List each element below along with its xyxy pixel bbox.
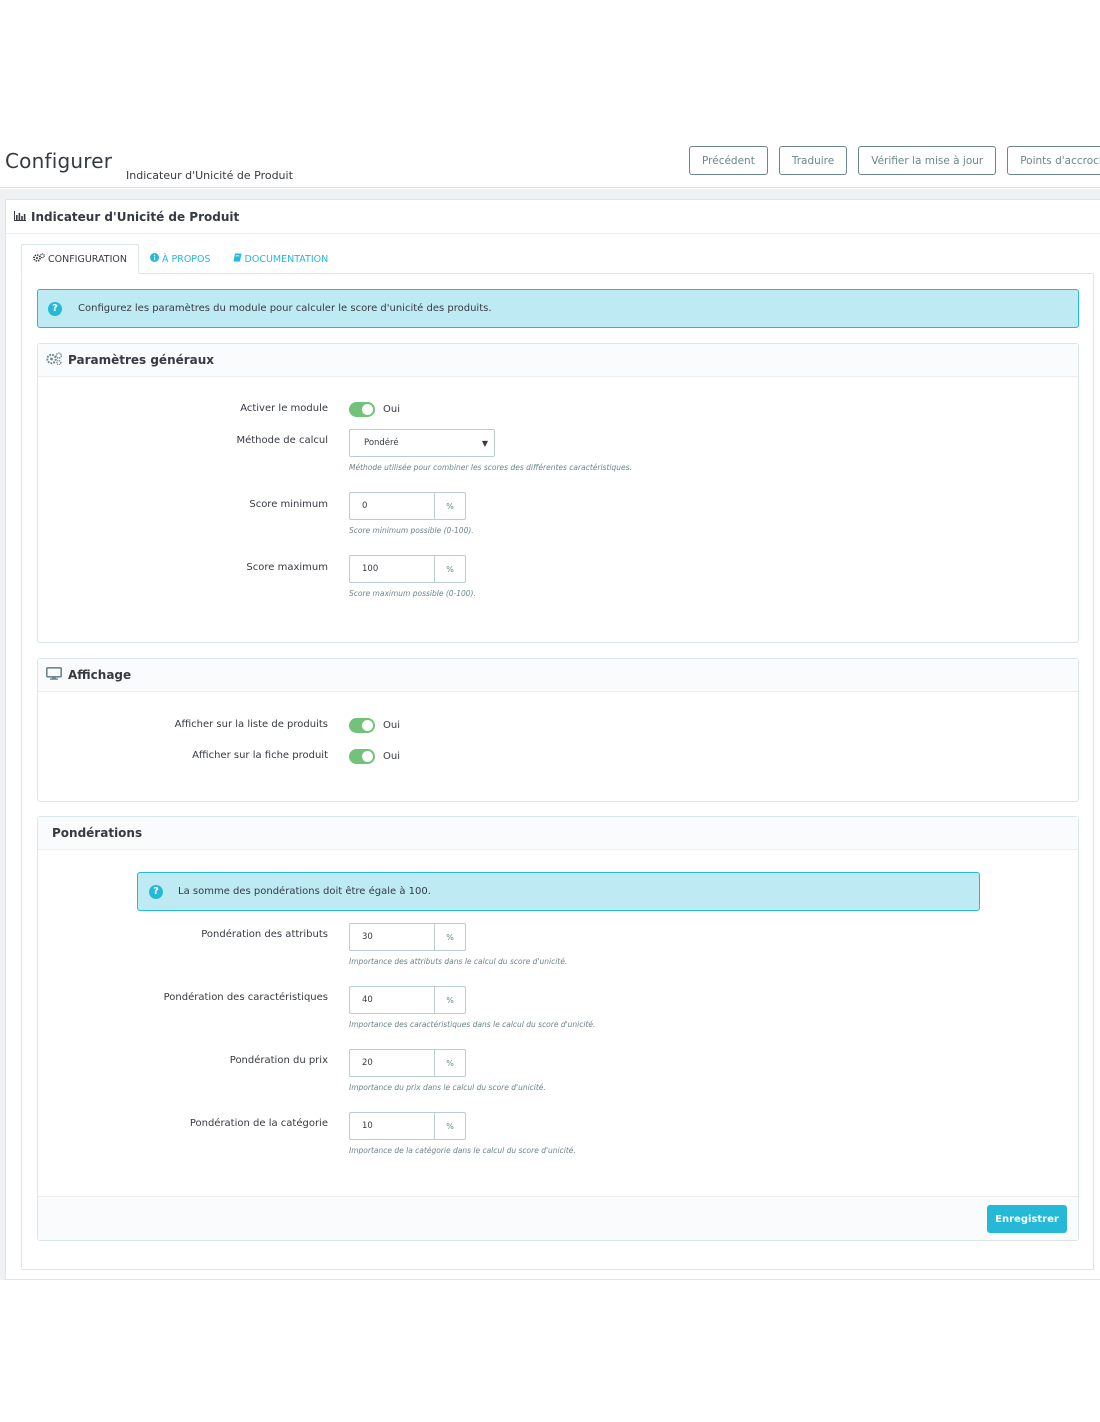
page-header: Configurer Indicateur d'Unicité de Produ… xyxy=(0,140,1100,188)
module-panel-heading: Indicateur d'Unicité de Produit xyxy=(6,200,1100,234)
weight-features-input-group: 40 % xyxy=(349,986,466,1014)
weight-attributes-input-group: 30 % xyxy=(349,923,466,951)
weight-features-input[interactable]: 40 xyxy=(349,986,434,1014)
calculation-method-label: Méthode de calcul xyxy=(236,435,328,446)
weight-features-help: Importance des caractéristiques dans le … xyxy=(349,1020,596,1029)
weights-alert: ? La somme des pondérations doit être ég… xyxy=(137,872,980,911)
tabs: CONFIGURATION À PROPOS DOCUMENTATION xyxy=(21,244,339,274)
score-max-input-group: 100 % xyxy=(349,555,466,583)
show-on-product-label: Afficher sur la fiche produit xyxy=(192,750,328,761)
switch-value: Oui xyxy=(383,404,400,415)
tab-about-label: À PROPOS xyxy=(161,253,211,265)
enable-module-switch[interactable]: Oui xyxy=(349,402,400,417)
percent-addon: % xyxy=(434,1112,466,1140)
general-settings-panel: Paramètres généraux Activer le module Ou… xyxy=(37,343,1079,643)
hooks-button[interactable]: Points d'accroche xyxy=(1007,146,1100,175)
back-button[interactable]: Précédent xyxy=(689,146,768,175)
info-alert: ? Configurez les paramètres du module po… xyxy=(37,289,1079,328)
weights-footer: Enregistrer xyxy=(38,1196,1078,1240)
calculation-method-select[interactable]: Pondéré ▼ xyxy=(349,429,495,457)
switch-track[interactable] xyxy=(349,749,375,764)
question-icon: ? xyxy=(149,884,163,899)
weights-panel: Pondérations ? La somme des pondérations… xyxy=(37,816,1079,1241)
bar-chart-icon xyxy=(14,210,26,224)
book-icon xyxy=(233,253,242,265)
switch-value: Oui xyxy=(383,720,400,731)
weight-attributes-label: Pondération des attributs xyxy=(201,929,328,940)
display-panel: Affichage Afficher sur la liste de produ… xyxy=(37,658,1079,802)
weight-price-input[interactable]: 20 xyxy=(349,1049,434,1077)
weights-title: Pondérations xyxy=(52,826,143,840)
general-settings-heading: Paramètres généraux xyxy=(38,344,1078,377)
info-alert-text: Configurez les paramètres du module pour… xyxy=(78,303,492,314)
cogs-icon xyxy=(46,352,63,368)
weight-category-input[interactable]: 10 xyxy=(349,1112,434,1140)
switch-value: Oui xyxy=(383,751,400,762)
page-subtitle: Indicateur d'Unicité de Produit xyxy=(126,169,293,182)
enable-module-label: Activer le module xyxy=(240,403,328,414)
desktop-icon xyxy=(46,667,62,683)
tab-documentation[interactable]: DOCUMENTATION xyxy=(222,244,340,274)
cogs-icon xyxy=(33,253,45,265)
show-on-list-label: Afficher sur la liste de produits xyxy=(174,719,328,730)
page-title: Configurer xyxy=(5,149,113,173)
module-panel-title: Indicateur d'Unicité de Produit xyxy=(31,209,240,224)
question-icon: ? xyxy=(48,301,62,316)
weight-category-input-group: 10 % xyxy=(349,1112,466,1140)
score-max-input[interactable]: 100 xyxy=(349,555,434,583)
display-title: Affichage xyxy=(68,668,132,682)
tab-documentation-label: DOCUMENTATION xyxy=(244,253,329,265)
show-on-product-switch[interactable]: Oui xyxy=(349,749,400,764)
score-min-input[interactable]: 0 xyxy=(349,492,434,520)
weight-attributes-help: Importance des attributs dans le calcul … xyxy=(349,957,568,966)
weight-price-label: Pondération du prix xyxy=(229,1055,328,1066)
display-heading: Affichage xyxy=(38,659,1078,692)
tab-configuration[interactable]: CONFIGURATION xyxy=(21,244,139,274)
chevron-down-icon: ▼ xyxy=(481,438,488,448)
percent-addon: % xyxy=(434,986,466,1014)
weight-category-label: Pondération de la catégorie xyxy=(189,1118,328,1129)
calculation-method-value: Pondéré xyxy=(364,438,399,448)
tab-about[interactable]: À PROPOS xyxy=(139,244,222,274)
calculation-method-help: Méthode utilisée pour combiner les score… xyxy=(349,463,632,472)
percent-addon: % xyxy=(434,492,466,520)
score-min-help: Score minimum possible (0-100). xyxy=(349,526,474,535)
weight-price-input-group: 20 % xyxy=(349,1049,466,1077)
general-settings-title: Paramètres généraux xyxy=(68,353,215,367)
score-max-label: Score maximum xyxy=(246,562,328,573)
module-panel: Indicateur d'Unicité de Produit CONFIGUR… xyxy=(5,199,1100,1280)
toolbar: Précédent Traduire Vérifier la mise à jo… xyxy=(689,146,1100,175)
percent-addon: % xyxy=(434,923,466,951)
tab-content: ? Configurez les paramètres du module po… xyxy=(21,273,1094,1270)
weight-features-label: Pondération des caractéristiques xyxy=(163,992,328,1003)
weight-attributes-input[interactable]: 30 xyxy=(349,923,434,951)
weights-alert-text: La somme des pondérations doit être égal… xyxy=(178,886,431,897)
weights-heading: Pondérations xyxy=(38,817,1078,850)
check-update-button[interactable]: Vérifier la mise à jour xyxy=(858,146,997,175)
switch-track[interactable] xyxy=(349,402,375,417)
percent-addon: % xyxy=(434,1049,466,1077)
show-on-list-switch[interactable]: Oui xyxy=(349,718,400,733)
score-max-help: Score maximum possible (0-100). xyxy=(349,589,476,598)
translate-button[interactable]: Traduire xyxy=(778,146,848,175)
percent-addon: % xyxy=(434,555,466,583)
score-min-label: Score minimum xyxy=(249,499,328,510)
save-button[interactable]: Enregistrer xyxy=(987,1205,1067,1233)
info-icon xyxy=(149,253,159,265)
weight-price-help: Importance du prix dans le calcul du sco… xyxy=(349,1083,546,1092)
switch-track[interactable] xyxy=(349,718,375,733)
score-min-input-group: 0 % xyxy=(349,492,466,520)
weight-category-help: Importance de la catégorie dans le calcu… xyxy=(349,1146,576,1155)
tab-configuration-label: CONFIGURATION xyxy=(48,253,127,265)
